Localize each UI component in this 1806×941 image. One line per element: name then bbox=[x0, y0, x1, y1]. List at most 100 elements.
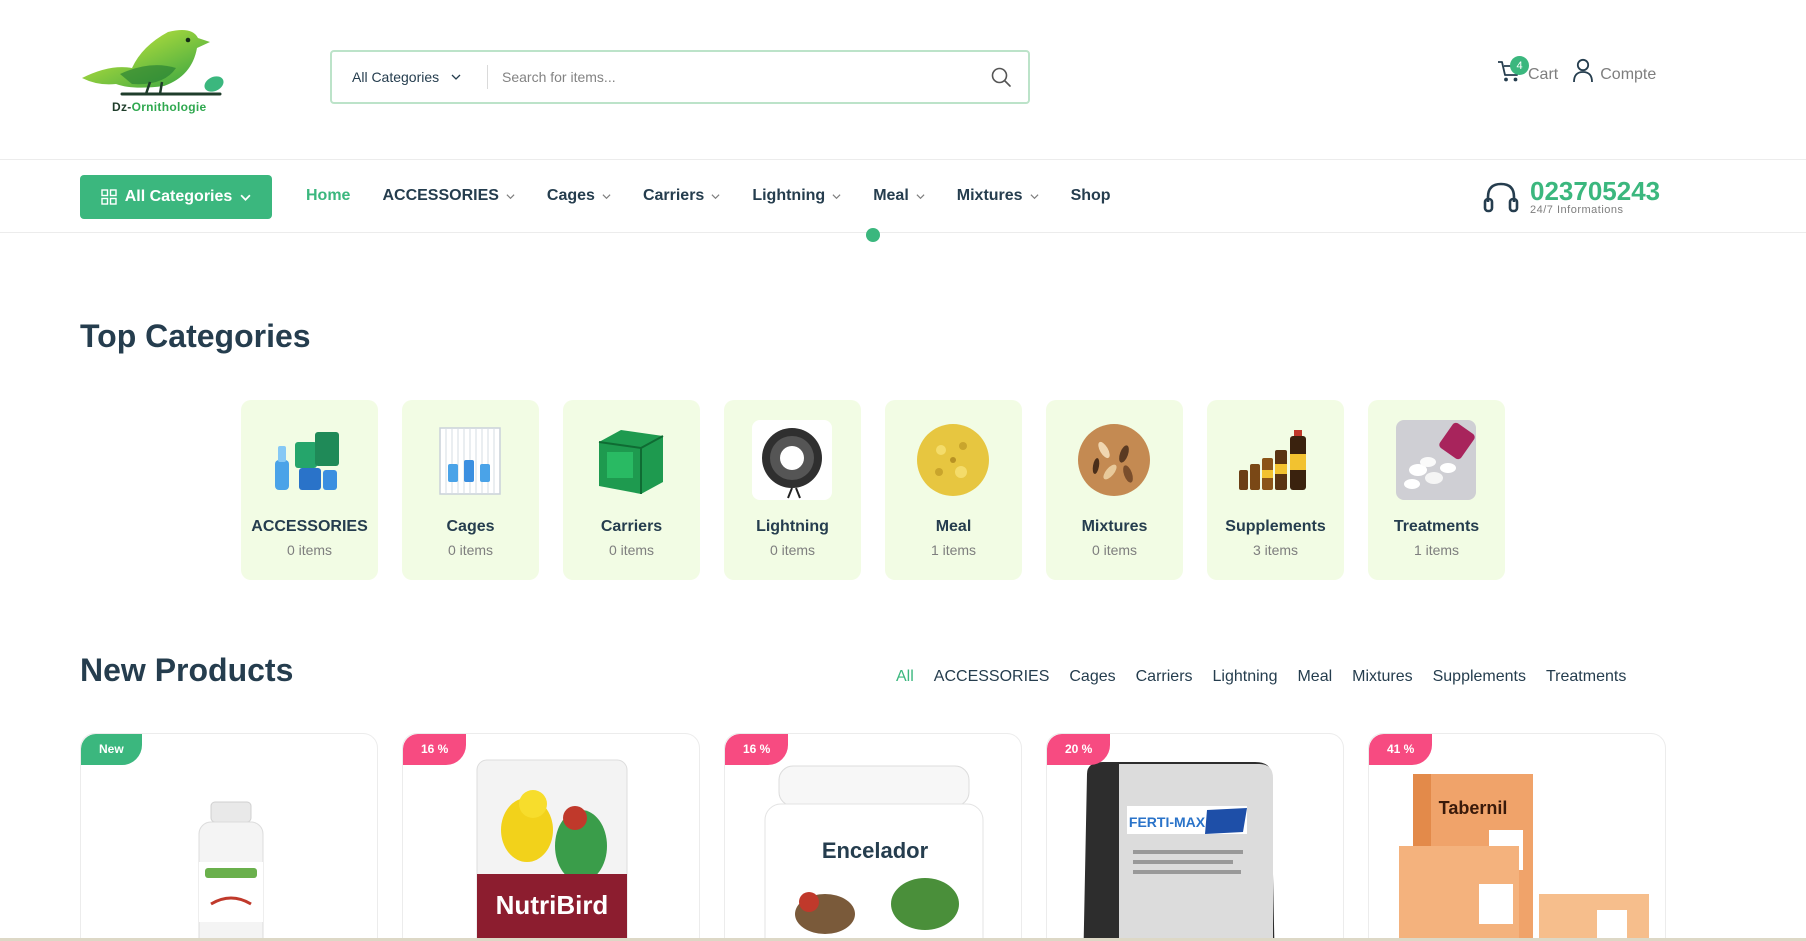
category-name: Supplements bbox=[1225, 518, 1326, 535]
filter-tab-cages[interactable]: Cages bbox=[1069, 668, 1115, 686]
category-card-accessories[interactable]: ACCESSORIES 0 items bbox=[241, 400, 378, 580]
accessories-icon bbox=[275, 432, 339, 490]
product-badge: 16 % bbox=[725, 734, 789, 765]
filter-tab-carriers[interactable]: Carriers bbox=[1136, 668, 1193, 686]
product-badge: 20 % bbox=[1047, 734, 1111, 765]
category-card-treatments[interactable]: Treatments 1 items bbox=[1368, 400, 1505, 580]
nav-menu: Home ACCESSORIES Cages Carriers Lightnin… bbox=[306, 187, 1111, 205]
account-button[interactable]: Compte bbox=[1572, 58, 1656, 84]
product-card[interactable]: New bbox=[80, 733, 378, 941]
category-name: Mixtures bbox=[1081, 518, 1148, 535]
category-card-meal[interactable]: Meal 1 items bbox=[885, 400, 1022, 580]
nav-item-home[interactable]: Home bbox=[306, 187, 350, 205]
nav-item-cages[interactable]: Cages bbox=[547, 187, 611, 205]
nutribird-package-text: NutriBird bbox=[496, 890, 609, 920]
search-bar: All Categories bbox=[330, 50, 1030, 104]
category-count: 1 items bbox=[1413, 542, 1460, 558]
product-badge: New bbox=[81, 734, 142, 765]
nav-item-accessories[interactable]: ACCESSORIES bbox=[382, 187, 515, 205]
bottles-icon bbox=[1239, 430, 1306, 490]
nav-item-meal[interactable]: Meal bbox=[873, 187, 925, 205]
cart-count-badge: 4 bbox=[1510, 56, 1529, 75]
all-categories-button[interactable]: All Categories bbox=[80, 175, 272, 219]
nav-item-lightning[interactable]: Lightning bbox=[752, 187, 841, 205]
filter-tab-treatments[interactable]: Treatments bbox=[1546, 668, 1626, 686]
nav-item-carriers[interactable]: Carriers bbox=[643, 187, 720, 205]
category-count: 0 items bbox=[286, 542, 333, 558]
product-badge: 16 % bbox=[403, 734, 467, 765]
search-category-label: All Categories bbox=[352, 69, 440, 85]
product-grid: New 16 % NutriBird 16 % Encelador 20 % F… bbox=[80, 733, 1666, 941]
product-card[interactable]: 41 % Tabernil bbox=[1368, 733, 1666, 941]
user-icon bbox=[1573, 58, 1594, 83]
header: Dz-Ornithologie All Categories 4 Cart Co… bbox=[0, 0, 1806, 160]
fertimax-bag-image: FERTI-MAX bbox=[1083, 762, 1275, 941]
category-card-carriers[interactable]: Carriers 0 items bbox=[563, 400, 700, 580]
product-filter-tabs: All ACCESSORIES Cages Carriers Lightning… bbox=[896, 668, 1626, 686]
site-logo[interactable]: Dz-Ornithologie bbox=[80, 26, 230, 118]
category-name: Lightning bbox=[756, 518, 829, 535]
filter-tab-accessories[interactable]: ACCESSORIES bbox=[934, 668, 1050, 686]
category-card-lightning[interactable]: Lightning 0 items bbox=[724, 400, 861, 580]
main-nav: All Categories Home ACCESSORIES Cages Ca… bbox=[0, 160, 1806, 242]
category-card-cages[interactable]: Cages 0 items bbox=[402, 400, 539, 580]
seed-mix-icon bbox=[1078, 424, 1150, 496]
category-count: 0 items bbox=[447, 542, 494, 558]
top-categories-title: Top Categories bbox=[80, 318, 311, 354]
chevron-down-icon bbox=[1030, 193, 1039, 199]
filter-tab-lightning[interactable]: Lightning bbox=[1213, 668, 1278, 686]
account-label: Compte bbox=[1600, 66, 1657, 83]
bottle-image bbox=[198, 801, 264, 941]
chevron-down-icon bbox=[451, 74, 461, 80]
chevron-down-icon bbox=[832, 193, 841, 199]
nutribird-bag-image: NutriBird bbox=[476, 759, 628, 941]
nav-item-mixtures[interactable]: Mixtures bbox=[957, 187, 1039, 205]
filter-tab-meal[interactable]: Meal bbox=[1297, 668, 1332, 686]
tabernil-package-text: Tabernil bbox=[1439, 798, 1508, 818]
chevron-down-icon bbox=[711, 193, 720, 199]
fertimax-package-text: FERTI-MAX bbox=[1129, 814, 1206, 830]
headset-icon bbox=[1483, 182, 1519, 213]
chevron-down-icon bbox=[602, 193, 611, 199]
category-count: 3 items bbox=[1252, 542, 1299, 558]
search-input[interactable] bbox=[488, 52, 974, 102]
category-name: Carriers bbox=[600, 518, 663, 535]
search-button[interactable] bbox=[974, 52, 1028, 102]
cart-button[interactable]: 4 Cart bbox=[1496, 56, 1559, 84]
category-count: 0 items bbox=[608, 542, 655, 558]
chevron-down-icon bbox=[506, 193, 515, 199]
filter-tab-all[interactable]: All bbox=[896, 668, 914, 686]
category-count: 1 items bbox=[930, 542, 977, 558]
carrier-icon bbox=[598, 430, 664, 494]
new-products-title: New Products bbox=[80, 652, 294, 688]
category-count: 0 items bbox=[1091, 542, 1138, 558]
grid-icon bbox=[101, 189, 117, 205]
filter-tab-mixtures[interactable]: Mixtures bbox=[1352, 668, 1412, 686]
nav-item-shop[interactable]: Shop bbox=[1071, 187, 1111, 205]
cart-label: Cart bbox=[1528, 66, 1559, 83]
product-badge: 41 % bbox=[1369, 734, 1433, 765]
product-card[interactable]: 20 % FERTI-MAX bbox=[1046, 733, 1344, 941]
category-card-mixtures[interactable]: Mixtures 0 items bbox=[1046, 400, 1183, 580]
category-card-supplements[interactable]: Supplements 3 items bbox=[1207, 400, 1344, 580]
chevron-down-icon bbox=[916, 193, 925, 199]
category-name: ACCESSORIES bbox=[251, 518, 368, 535]
category-name: Treatments bbox=[1393, 518, 1480, 535]
menu-indicator-dot bbox=[866, 228, 880, 242]
chevron-down-icon bbox=[240, 194, 251, 201]
encelador-package-text: Encelador bbox=[822, 838, 929, 863]
tabernil-box-image: Tabernil bbox=[1399, 774, 1649, 941]
header-actions: 4 Cart Compte bbox=[1496, 56, 1656, 84]
category-name: Meal bbox=[935, 518, 972, 535]
enceledor-jar-image: Encelador bbox=[764, 765, 984, 941]
product-card[interactable]: 16 % Encelador bbox=[724, 733, 1022, 941]
light-strip-icon bbox=[752, 420, 832, 500]
filter-tab-supplements[interactable]: Supplements bbox=[1433, 668, 1526, 686]
category-list: ACCESSORIES 0 items Cages 0 items Carrie… bbox=[241, 400, 1505, 580]
meal-icon bbox=[917, 424, 989, 496]
product-card[interactable]: 16 % NutriBird bbox=[402, 733, 700, 941]
hotline-number[interactable]: 023705243 bbox=[1530, 178, 1660, 204]
all-categories-label: All Categories bbox=[124, 188, 233, 205]
search-category-select[interactable]: All Categories bbox=[332, 65, 488, 89]
category-name: Cages bbox=[446, 518, 495, 535]
